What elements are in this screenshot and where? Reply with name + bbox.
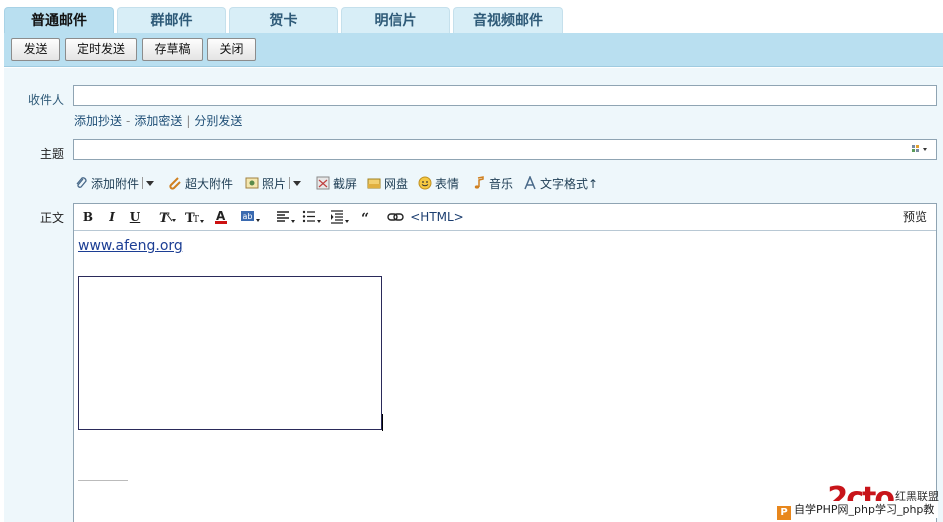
smiley-icon [418, 176, 432, 190]
text-format-label: 文字格式↑ [540, 177, 599, 191]
recipient-options: 添加抄送 - 添加密送 | 分别发送 [74, 112, 242, 129]
bullet-list-icon [302, 210, 321, 223]
big-attachment-label: 超大附件 [185, 177, 234, 191]
font-family-button[interactable]: T [157, 209, 177, 226]
netdisk-label: 网盘 [384, 177, 409, 191]
svg-text:T: T [193, 215, 199, 225]
pipe-separator: | [186, 114, 191, 128]
font-size-icon: TT [185, 211, 204, 226]
align-left-icon [277, 211, 295, 223]
indent-button[interactable] [330, 209, 350, 225]
bold-button[interactable]: B [82, 209, 94, 225]
photo-label: 照片 [262, 177, 287, 191]
font-a-icon [523, 175, 537, 190]
schedule-send-button[interactable]: 定时发送 [65, 38, 137, 61]
add-cc-link[interactable]: 添加抄送 [74, 114, 122, 128]
p-badge-icon: P [777, 506, 791, 520]
save-draft-button[interactable]: 存草稿 [142, 38, 203, 61]
svg-text:T: T [159, 211, 170, 225]
tab-group-mail[interactable]: 群邮件 [117, 7, 226, 33]
svg-text:A: A [216, 209, 226, 223]
link-button[interactable] [387, 209, 405, 225]
body-label: 正文 [39, 211, 64, 225]
text-format-button[interactable]: 文字格式↑ [523, 174, 598, 194]
font-color-button[interactable]: A [213, 209, 233, 225]
tab-label: 明信片 [374, 13, 417, 29]
add-bcc-link[interactable]: 添加密送 [134, 114, 182, 128]
tab-bar: 普通邮件 群邮件 贺卡 明信片 音视频邮件 [0, 0, 943, 33]
add-attachment-button[interactable]: 添加附件 [74, 174, 155, 194]
music-button[interactable]: 音乐 [472, 174, 513, 194]
watermark-caption: P 自学PHP网_php学习_php教 [777, 501, 939, 520]
recipient-label: 收件人 [27, 93, 64, 107]
text-cursor [382, 414, 383, 431]
screenshot-button[interactable]: 截屏 [316, 174, 357, 194]
editor-body[interactable]: www.afeng.org [74, 232, 936, 522]
watermark: 2cto 红黑联盟 P 自学PHP网_php学习_php教 [765, 482, 939, 522]
signature-divider [78, 480, 128, 481]
tab-label: 群邮件 [150, 13, 193, 29]
divider [289, 177, 291, 189]
underline-button[interactable]: U [129, 209, 141, 225]
quote-icon: “ [361, 211, 369, 227]
grid-dropdown-icon[interactable] [912, 144, 930, 156]
tab-postcard[interactable]: 明信片 [341, 7, 450, 33]
music-note-icon [472, 176, 486, 190]
font-family-icon: T [159, 211, 176, 226]
svg-text:“: “ [361, 211, 369, 225]
chevron-down-icon[interactable] [293, 181, 302, 186]
separate-send-link[interactable]: 分别发送 [194, 114, 242, 128]
music-label: 音乐 [489, 177, 514, 191]
quote-button[interactable]: “ [360, 209, 374, 227]
recipient-input[interactable] [73, 85, 937, 106]
screenshot-label: 截屏 [333, 177, 358, 191]
tab-greeting-card[interactable]: 贺卡 [229, 7, 338, 33]
tab-label: 普通邮件 [31, 13, 87, 29]
photo-icon [245, 176, 259, 190]
preview-button[interactable]: 预览 [900, 209, 930, 225]
embedded-frame-box [78, 276, 382, 430]
emoji-label: 表情 [435, 177, 460, 191]
watermark-caption-text: 自学PHP网_php学习_php教 [794, 503, 935, 516]
indent-icon [331, 210, 349, 224]
divider [142, 177, 144, 189]
bullet-list-button[interactable] [302, 209, 322, 225]
background-color-button[interactable]: ab [240, 209, 262, 225]
emoji-button[interactable]: 表情 [418, 174, 459, 194]
italic-button[interactable]: I [106, 209, 118, 225]
editor-toolbar: B I U T TT A ab “ <HTML> 预览 [74, 204, 936, 231]
netdisk-button[interactable]: 网盘 [367, 174, 408, 194]
scissors-icon [316, 176, 330, 190]
close-button[interactable]: 关闭 [207, 38, 256, 61]
disk-icon [367, 176, 381, 190]
photo-button[interactable]: 照片 [245, 174, 302, 194]
html-mode-button[interactable]: <HTML> [410, 209, 464, 225]
background-color-icon: ab [241, 211, 260, 222]
subject-input[interactable] [73, 139, 937, 160]
rich-text-editor: B I U T TT A ab “ <HTML> 预览 www.afeng.or… [73, 203, 937, 522]
compose-form: 收件人 添加抄送 - 添加密送 | 分别发送 主题 添加附件 超大附件 照片 截屏 网盘… [4, 68, 943, 522]
font-color-icon: A [215, 209, 227, 224]
tab-label: 贺卡 [269, 13, 298, 29]
align-button[interactable] [276, 209, 296, 225]
big-attachment-button[interactable]: 超大附件 [168, 174, 233, 194]
tab-av-mail[interactable]: 音视频邮件 [453, 7, 563, 33]
compose-toolbar: 发送 定时发送 存草稿 关闭 [4, 33, 943, 67]
add-attachment-label: 添加附件 [91, 177, 140, 191]
tab-normal-mail[interactable]: 普通邮件 [4, 7, 114, 33]
tab-label: 音视频邮件 [473, 13, 543, 29]
body-url-link[interactable]: www.afeng.org [78, 238, 183, 254]
chevron-down-icon[interactable] [146, 181, 155, 186]
big-paperclip-icon [168, 176, 182, 190]
chain-link-icon [387, 213, 404, 221]
svg-text:ab: ab [243, 212, 253, 221]
font-size-button[interactable]: TT [184, 209, 206, 226]
dash-separator: - [126, 114, 131, 128]
subject-label: 主题 [39, 147, 64, 161]
paperclip-icon [74, 176, 88, 190]
send-button[interactable]: 发送 [11, 38, 60, 61]
